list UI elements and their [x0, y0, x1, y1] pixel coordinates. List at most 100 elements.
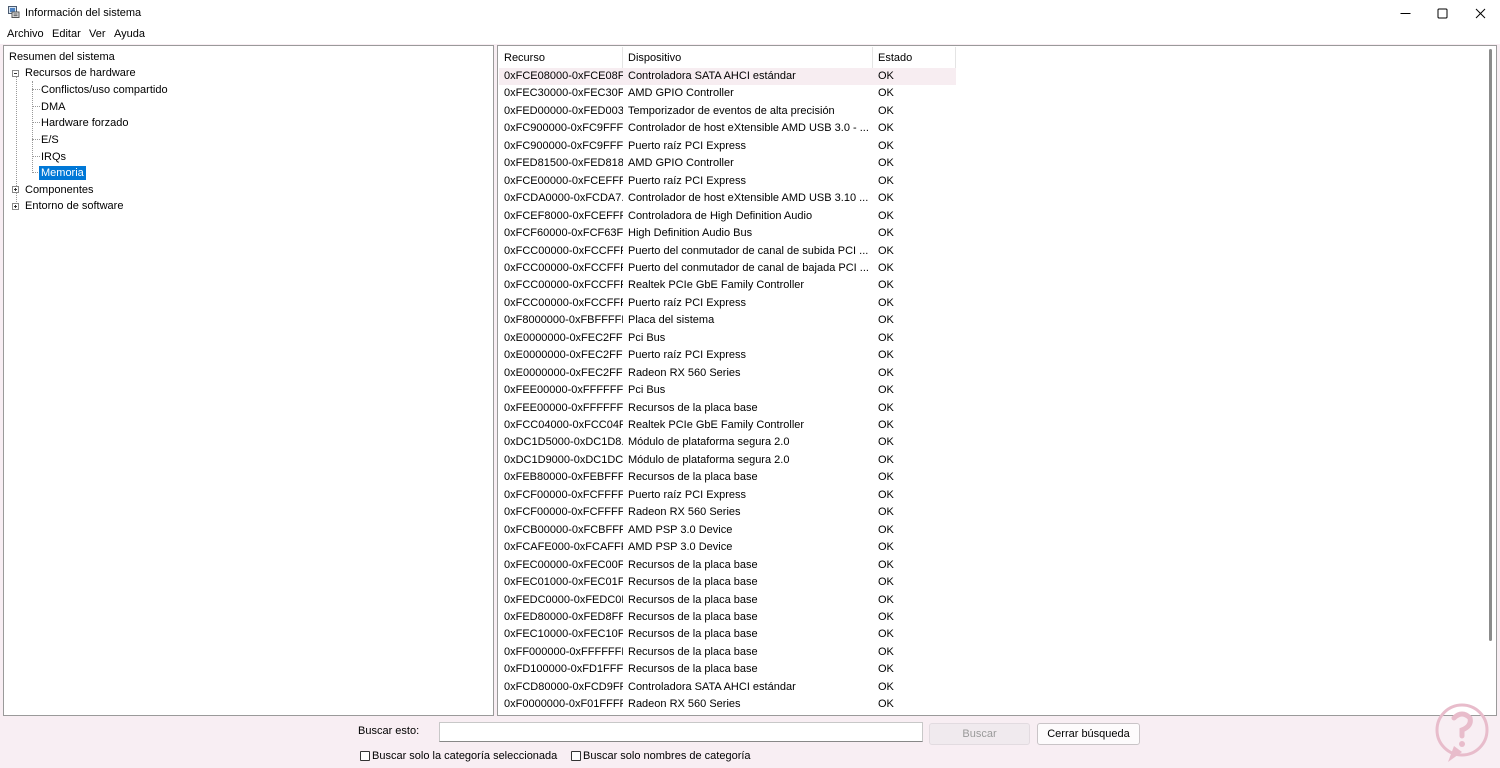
table-row[interactable]: 0xFED00000-0xFED003... Temporizador de ev…	[499, 103, 956, 120]
cell-device: AMD GPIO Controller	[628, 87, 734, 100]
tree-item-dma[interactable]: DMA	[41, 100, 65, 114]
cell-resource: 0xFCDA0000-0xFCDA7...	[504, 192, 623, 205]
table-row[interactable]: 0xFD100000-0xFD1FFFFF Recursos de la plac…	[499, 661, 956, 678]
cell-status: OK	[878, 244, 894, 257]
table-row[interactable]: 0xFEC01000-0xFEC01FFF Recursos de la plac…	[499, 574, 956, 591]
cell-device: Radeon RX 560 Series	[628, 698, 741, 711]
table-row[interactable]: 0xE0000000-0xFEC2FFFF Pci Bus OK	[499, 330, 956, 347]
menu-archivo[interactable]: Archivo	[7, 28, 44, 40]
cell-device: Radeon RX 560 Series	[628, 506, 741, 519]
tree-item-system-summary[interactable]: Resumen del sistema	[9, 50, 115, 64]
cell-resource: 0xFCC00000-0xFCCFFFFF	[504, 244, 623, 257]
maximize-icon	[1437, 8, 1447, 18]
table-row[interactable]: 0xFEC00000-0xFEC00FFF Recursos de la plac…	[499, 557, 956, 574]
cell-device: Recursos de la placa base	[628, 593, 758, 606]
table-row[interactable]: 0xFF000000-0xFFFFFFFF Recursos de la plac…	[499, 644, 956, 661]
cell-resource: 0xFCC00000-0xFCCFFFFF	[504, 296, 623, 309]
tree-item-conflicts[interactable]: Conflictos/uso compartido	[41, 83, 168, 97]
search-selected-category-label[interactable]: Buscar solo la categoría seleccionada	[372, 750, 557, 762]
table-row[interactable]: 0xFEE00000-0xFFFFFFFF Recursos de la plac…	[499, 400, 956, 417]
cell-resource: 0xFC900000-0xFC9FFFFF	[504, 122, 623, 135]
cell-resource: 0xFEE00000-0xFFFFFFFF	[504, 384, 623, 397]
cell-status: OK	[878, 209, 894, 222]
table-row[interactable]: 0xFCC00000-0xFCCFFFFF Realtek PCIe GbE Fa…	[499, 277, 956, 294]
close-icon	[1475, 8, 1485, 18]
table-row[interactable]: 0xFCF00000-0xFCFFFFFF Puerto raíz PCI Exp…	[499, 487, 956, 504]
tree-item-memory[interactable]: Memoria	[39, 166, 86, 180]
tree-item-forced-hardware[interactable]: Hardware forzado	[41, 116, 128, 130]
search-button[interactable]: Buscar	[929, 723, 1030, 745]
table-row[interactable]: 0xFCC00000-0xFCCFFFFF Puerto raíz PCI Exp…	[499, 295, 956, 312]
cell-device: Puerto raíz PCI Express	[628, 488, 746, 501]
expand-icon[interactable]	[12, 203, 19, 210]
table-row[interactable]: 0xDC1D9000-0xDC1DC... Módulo de plataform…	[499, 452, 956, 469]
search-selected-category-checkbox[interactable]	[360, 751, 370, 761]
details-list[interactable]: Recurso Dispositivo Estado 0xFCE08000-0x…	[497, 45, 1497, 716]
menu-editar[interactable]: Editar	[52, 28, 81, 40]
table-row[interactable]: 0xF0000000-0xF01FFFFF Radeon RX 560 Serie…	[499, 696, 956, 713]
table-row[interactable]: 0xFED80000-0xFED8FFFF Recursos de la plac…	[499, 609, 956, 626]
close-search-button[interactable]: Cerrar búsqueda	[1037, 723, 1140, 745]
cell-resource: 0xFED81500-0xFED818...	[504, 157, 623, 170]
cell-status: OK	[878, 192, 894, 205]
cell-status: OK	[878, 296, 894, 309]
table-row[interactable]: 0xFC900000-0xFC9FFFFF Puerto raíz PCI Exp…	[499, 138, 956, 155]
tree-item-irqs[interactable]: IRQs	[41, 150, 66, 164]
table-row[interactable]: 0xFED81500-0xFED818... AMD GPIO Controlle…	[499, 155, 956, 172]
menu-ayuda[interactable]: Ayuda	[114, 28, 145, 40]
cell-device: Controlador de host eXtensible AMD USB 3…	[628, 192, 869, 205]
cell-status: OK	[878, 628, 894, 641]
cell-resource: 0xDC1D5000-0xDC1D8...	[504, 436, 623, 449]
table-row[interactable]: 0xDC1D5000-0xDC1D8... Módulo de plataform…	[499, 434, 956, 451]
tree-item-io[interactable]: E/S	[41, 133, 59, 147]
table-row[interactable]: 0xFC900000-0xFC9FFFFF Controlador de host…	[499, 120, 956, 137]
menu-ver[interactable]: Ver	[89, 28, 106, 40]
column-header-resource[interactable]: Recurso	[499, 47, 623, 68]
table-row[interactable]: 0xFCC00000-0xFCCFFFFF Puerto del conmutad…	[499, 260, 956, 277]
table-row[interactable]: 0xFCE00000-0xFCEFFFFF Puerto raíz PCI Exp…	[499, 173, 956, 190]
column-header-status[interactable]: Estado	[873, 47, 956, 68]
minimize-button[interactable]	[1386, 0, 1424, 26]
cell-device: Puerto raíz PCI Express	[628, 139, 746, 152]
category-tree[interactable]: Resumen del sistema Recursos de hardware…	[3, 45, 494, 716]
table-row[interactable]: 0xFCB00000-0xFCBFFFFF AMD PSP 3.0 Device O…	[499, 522, 956, 539]
table-row[interactable]: 0xFCE08000-0xFCE08FFF Controladora SATA A…	[499, 68, 956, 85]
table-row[interactable]: 0xFCDA0000-0xFCDA7... Controlador de host…	[499, 190, 956, 207]
table-row[interactable]: 0xE0000000-0xFEC2FFFF Puerto raíz PCI Exp…	[499, 347, 956, 364]
search-input[interactable]	[439, 722, 923, 742]
vertical-scrollbar[interactable]	[1489, 49, 1492, 641]
close-button[interactable]	[1461, 0, 1499, 26]
table-row[interactable]: 0xFEDC0000-0xFEDC0F... Recursos de la pla…	[499, 592, 956, 609]
expand-icon[interactable]	[12, 186, 19, 193]
maximize-button[interactable]	[1423, 0, 1461, 26]
tree-item-hardware-resources[interactable]: Recursos de hardware	[25, 66, 136, 80]
table-row[interactable]: 0xE0000000-0xFEC2FFFF Radeon RX 560 Serie…	[499, 365, 956, 382]
cell-status: OK	[878, 70, 894, 82]
table-row[interactable]: 0xFCF00000-0xFCFFFFFF Radeon RX 560 Serie…	[499, 504, 956, 521]
table-row[interactable]: 0xFEE00000-0xFFFFFFFF Pci Bus OK	[499, 382, 956, 399]
search-category-names-checkbox[interactable]	[571, 751, 581, 761]
table-row[interactable]: 0xFCAFE000-0xFCAFFFFF AMD PSP 3.0 Device O…	[499, 539, 956, 556]
cell-status: OK	[878, 366, 894, 379]
table-row[interactable]: 0xFCD80000-0xFCD9FF... Controladora SATA …	[499, 679, 956, 696]
table-row[interactable]: 0xFEC30000-0xFEC30FFF AMD GPIO Controller…	[499, 85, 956, 102]
column-header-device[interactable]: Dispositivo	[623, 47, 873, 68]
table-row[interactable]: 0xFCEF8000-0xFCEFFFFF Controladora de Hig…	[499, 208, 956, 225]
tree-item-software-environment[interactable]: Entorno de software	[25, 199, 123, 213]
cell-status: OK	[878, 436, 894, 449]
search-category-names-label[interactable]: Buscar solo nombres de categoría	[583, 750, 751, 762]
tree-connector	[32, 106, 40, 107]
cell-resource: 0xFEE00000-0xFFFFFFFF	[504, 401, 623, 414]
table-row[interactable]: 0xF8000000-0xFBFFFFFF Placa del sistema OK	[499, 312, 956, 329]
table-row[interactable]: 0xFEC10000-0xFEC10FFF Recursos de la plac…	[499, 626, 956, 643]
cell-device: High Definition Audio Bus	[628, 227, 753, 240]
collapse-icon[interactable]	[12, 70, 19, 77]
cell-status: OK	[878, 227, 894, 240]
table-row[interactable]: 0xFEB80000-0xFEBFFFFF Recursos de la plac…	[499, 469, 956, 486]
cell-device: Controladora de High Definition Audio	[628, 209, 813, 222]
table-row[interactable]: 0xFCC04000-0xFCC04FFF Realtek PCIe GbE Fa…	[499, 417, 956, 434]
table-row[interactable]: 0xFCF60000-0xFCF63FFF High Definition Aud…	[499, 225, 956, 242]
tree-item-components[interactable]: Componentes	[25, 183, 94, 197]
cell-resource: 0xFEDC0000-0xFEDC0F...	[504, 593, 623, 606]
table-row[interactable]: 0xFCC00000-0xFCCFFFFF Puerto del conmutad…	[499, 243, 956, 260]
